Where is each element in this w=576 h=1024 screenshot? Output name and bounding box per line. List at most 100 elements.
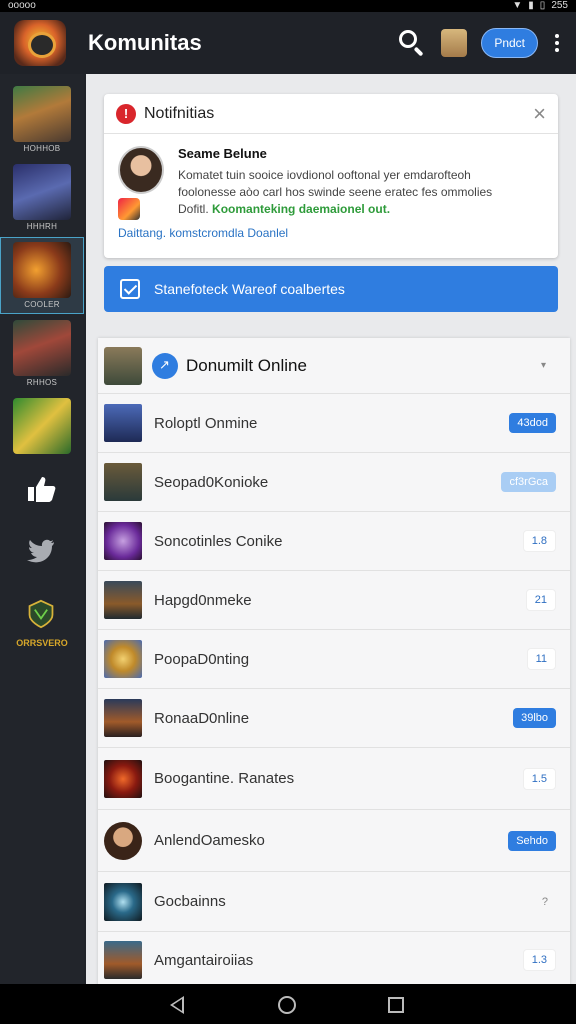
- main-content: ! Notifnitias × Seame Belune Komatet tui…: [86, 74, 576, 988]
- app-bar: Komunitas Pndct: [0, 12, 576, 74]
- thumbs-up-icon[interactable]: [24, 474, 58, 504]
- list-item-name: PoopaD0nting: [154, 650, 250, 668]
- list-item-name: Gocbainns: [154, 893, 226, 910]
- action-banner-button[interactable]: Stanefoteck Wareof coalbertes: [104, 266, 558, 312]
- game-badge-icon: [118, 198, 140, 220]
- list-item[interactable]: Gocbainns ?: [98, 872, 570, 932]
- count-badge: 11: [526, 648, 556, 670]
- game-avatar-image: [13, 320, 71, 376]
- game-avatar-image: [104, 759, 142, 798]
- sidebar-item-1[interactable]: HOHHOB: [8, 86, 76, 153]
- game-avatar-image: [13, 242, 71, 298]
- sidebar-bottom-label: ORRSVERO: [16, 638, 68, 648]
- notification-body: Seame Belune Komatet tuin sooice iovdion…: [104, 134, 558, 240]
- list-item[interactable]: Roloptl Onmine 43dod: [98, 394, 570, 453]
- game-avatar-image: [104, 941, 142, 979]
- chevron-icon[interactable]: ▾: [541, 360, 546, 371]
- list-item-name: AnlendOamesko: [154, 832, 265, 849]
- game-avatar-image: [104, 404, 142, 442]
- notification-icon: !: [116, 103, 136, 124]
- system-nav-bar: [0, 984, 576, 1024]
- profile-pill-button[interactable]: Pndct: [481, 28, 538, 58]
- avatar: [104, 821, 142, 860]
- count-badge: 1.5: [522, 767, 556, 790]
- game-avatar-image: [104, 882, 142, 921]
- game-avatar-image: [13, 86, 71, 142]
- count-badge: cf3rGca: [501, 472, 556, 492]
- app-bar-actions: Pndct: [397, 28, 562, 58]
- message-prefix: Dofitl.: [178, 202, 209, 216]
- sidebar-item-4[interactable]: RHHOS: [8, 320, 76, 387]
- message-line: Komatet tuin sooice iovdionol ooftonal y…: [178, 168, 471, 182]
- app-logo[interactable]: [14, 20, 66, 66]
- count-badge: 39lbo: [513, 708, 556, 728]
- status-time: 255: [551, 0, 568, 11]
- list-item-name: RonaaD0nline: [154, 709, 250, 727]
- sidebar-item-label: HOHHOB: [23, 144, 61, 153]
- list-item-name: Roloptl Onmine: [154, 414, 258, 432]
- list-item[interactable]: Hapgd0nmeke 21: [98, 571, 570, 630]
- list-item[interactable]: Amgantairoiias 1.3: [98, 932, 570, 988]
- notification-card: ! Notifnitias × Seame Belune Komatet tui…: [104, 94, 558, 258]
- count-badge: 21: [525, 589, 556, 611]
- checkbox-icon: [120, 279, 140, 299]
- message-line: Dofitl. Koomanteking daemaionel out.: [178, 201, 544, 218]
- more-vert-icon[interactable]: [552, 34, 562, 52]
- list-item-name: Seopad0Konioke: [154, 473, 269, 491]
- sidebar-item-label: COOLER: [24, 300, 60, 309]
- game-avatar-image: [13, 164, 71, 220]
- sidebar-item-3-active[interactable]: COOLER: [0, 237, 84, 314]
- notification-message: Komatet tuin sooice iovdionol ooftonal y…: [178, 167, 544, 218]
- game-avatar-image: [104, 346, 142, 385]
- page-title: Komunitas: [88, 30, 202, 55]
- signal-icon: ▮: [528, 0, 534, 11]
- list-item-name: Amgantairoiias: [154, 951, 254, 969]
- count-badge: ?: [541, 895, 548, 908]
- game-avatar-image: [104, 699, 142, 737]
- sidebar-item-label: HHHRH: [26, 222, 58, 231]
- message-highlight: Koomanteking daemaionel out.: [212, 202, 391, 216]
- list-item[interactable]: Soncotinles Conike 1.8: [98, 512, 570, 571]
- count-badge: Sehdo: [508, 830, 556, 851]
- sidebar-item-5[interactable]: [8, 398, 76, 454]
- back-icon[interactable]: [170, 996, 184, 1014]
- twitter-bird-icon[interactable]: [24, 536, 58, 566]
- avatar[interactable]: [441, 29, 468, 57]
- game-avatar-image: [104, 463, 142, 501]
- battery-icon: ▯: [539, 0, 546, 11]
- avatar: [118, 146, 164, 194]
- list-item[interactable]: Boogantine. Ranates 1.5: [98, 748, 570, 810]
- game-avatar-image: [104, 522, 142, 560]
- action-banner-label: Stanefoteck Wareof coalbertes: [154, 281, 345, 297]
- recent-apps-icon[interactable]: [388, 997, 404, 1013]
- status-right: ▼ ▮ ▯ 255: [512, 0, 568, 12]
- shield-emblem-icon[interactable]: [24, 599, 58, 629]
- list-item[interactable]: Seopad0Konioke cf3rGca: [98, 453, 570, 512]
- game-avatar-image: [104, 640, 142, 678]
- sidebar-item-label: RHHOS: [26, 378, 58, 387]
- game-avatar-image: [13, 398, 71, 454]
- message-line: foolonesse aòo carl hos swinde seene era…: [178, 185, 493, 199]
- sidebar-item-2[interactable]: HHHRH: [8, 164, 76, 231]
- notification-title: Notifnitias: [144, 104, 215, 122]
- list-item[interactable]: PoopaD0nting 11: [98, 630, 570, 689]
- list-item-name: Soncotinles Conike: [154, 532, 283, 550]
- status-bar: ooooo ▼ ▮ ▯ 255: [0, 0, 576, 12]
- online-status-icon: [152, 352, 178, 379]
- notification-link[interactable]: Daittang. komstcromdla Doanlel: [118, 226, 288, 240]
- home-icon[interactable]: [278, 996, 296, 1014]
- count-badge: 1.3: [522, 949, 556, 971]
- list-item-name: Boogantine. Ranates: [154, 770, 295, 787]
- count-badge: 1.8: [522, 530, 556, 552]
- list-item[interactable]: AnlendOamesko Sehdo: [98, 810, 570, 872]
- close-icon[interactable]: ×: [533, 102, 546, 124]
- search-icon[interactable]: [397, 28, 427, 58]
- status-left-text: ooooo: [8, 0, 36, 11]
- notification-header: ! Notifnitias ×: [104, 94, 558, 134]
- online-list-header[interactable]: Donumilt Online ▾: [98, 338, 570, 394]
- game-avatar-image: [104, 581, 142, 619]
- online-list-title: Donumilt Online: [186, 355, 307, 375]
- sidebar: HOHHOB HHHRH COOLER RHHOS ORRSVERO: [0, 74, 84, 984]
- list-item-name: Hapgd0nmeke: [154, 591, 252, 609]
- list-item[interactable]: RonaaD0nline 39lbo: [98, 689, 570, 748]
